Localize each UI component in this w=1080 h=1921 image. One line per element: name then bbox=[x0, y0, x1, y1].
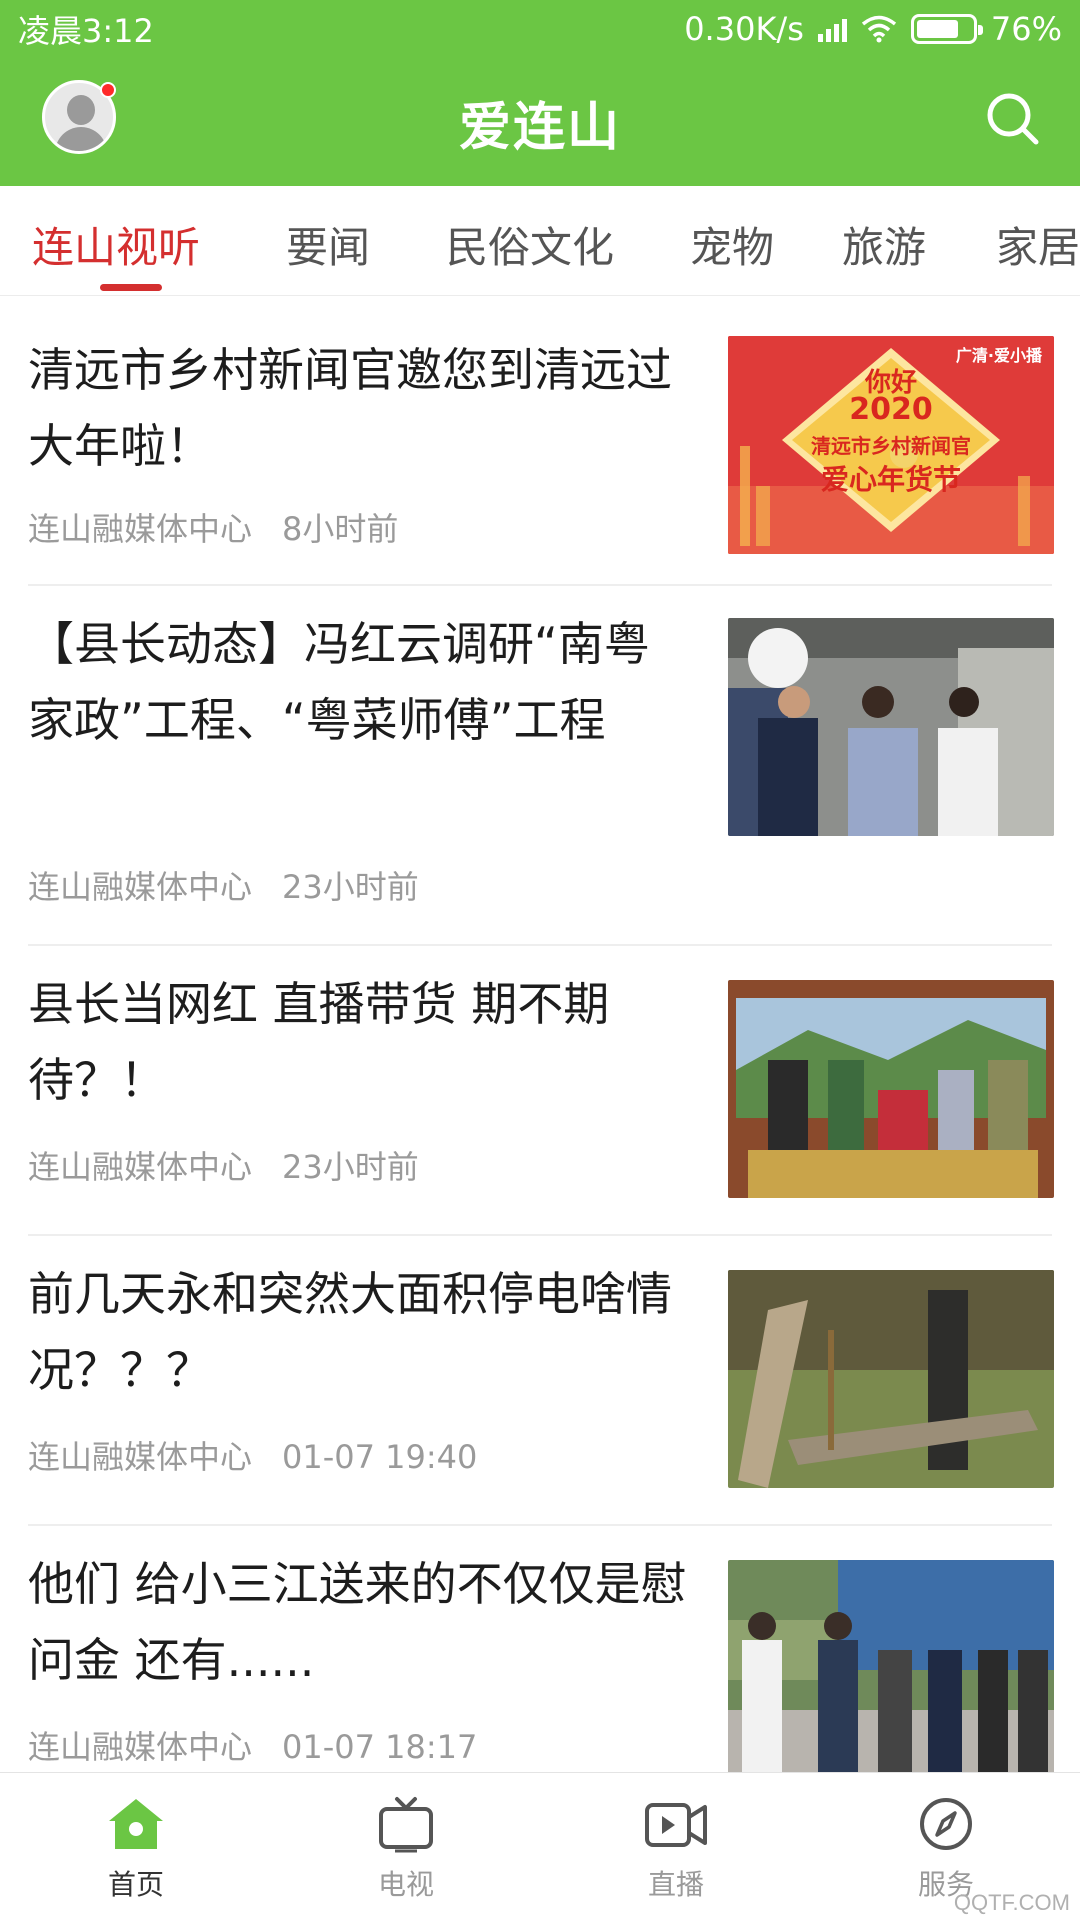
search-icon[interactable] bbox=[982, 88, 1042, 148]
tab-home-living[interactable]: 家居 bbox=[996, 214, 1080, 275]
news-source: 连山融媒体中心 bbox=[28, 868, 253, 906]
news-item[interactable]: 他们 给小三江送来的不仅仅是慰问金 还有...... 连山融媒体中心 01-07 … bbox=[0, 1526, 1080, 1772]
nav-home[interactable]: 首页 bbox=[36, 1773, 236, 1921]
nav-tv-label: 电视 bbox=[377, 1868, 434, 1901]
news-time: 01-07 19:40 bbox=[282, 1438, 478, 1476]
news-title: 前几天永和突然大面积停电啥情况？？？ bbox=[28, 1267, 672, 1397]
status-indicators: 0.30K/s 76% bbox=[684, 10, 1062, 48]
kitchen-visit-photo bbox=[728, 618, 1054, 836]
news-meta: 连山融媒体中心 23小时前 bbox=[28, 862, 419, 908]
tab-folk-culture[interactable]: 民俗文化 bbox=[446, 214, 614, 275]
fallen-pole-photo bbox=[728, 1270, 1054, 1488]
news-title: 县长当网红 直播带货 期不期待？！ bbox=[28, 977, 610, 1107]
poster-text-layer: 广清·爱小播 你好 2020 清远市乡村新闻官 爱心年货节 bbox=[728, 336, 1054, 554]
nav-live[interactable]: 直播 bbox=[576, 1773, 776, 1921]
news-source: 连山融媒体中心 bbox=[28, 1438, 253, 1476]
visit-group-photo bbox=[728, 1560, 1054, 1772]
bottom-navigation: 首页 电视 直播 服务 QQTF.COM bbox=[0, 1772, 1080, 1920]
nav-home-label: 首页 bbox=[107, 1868, 164, 1901]
battery-percent: 76% bbox=[990, 10, 1062, 48]
notification-dot bbox=[100, 82, 116, 98]
news-source: 连山融媒体中心 bbox=[28, 510, 253, 548]
live-video-icon bbox=[645, 1803, 707, 1847]
status-bar: 凌晨3:12 0.30K/s 76% bbox=[0, 0, 1080, 58]
news-item[interactable]: 清远市乡村新闻官邀您到清远过大年啦！ 连山融媒体中心 8小时前 广清·爱小播 你好… bbox=[0, 296, 1080, 584]
livestream-group-photo bbox=[728, 980, 1054, 1198]
news-thumbnail bbox=[728, 1270, 1054, 1488]
home-icon bbox=[109, 1799, 163, 1849]
avatar-head-shape bbox=[67, 95, 95, 125]
category-tabs: 连山视听 要闻 民俗文化 宠物 旅游 家居 bbox=[0, 186, 1080, 296]
news-thumbnail: 广清·爱小播 你好 2020 清远市乡村新闻官 爱心年货节 bbox=[728, 336, 1054, 554]
news-source: 连山融媒体中心 bbox=[28, 1728, 253, 1766]
news-feed[interactable]: 清远市乡村新闻官邀您到清远过大年啦！ 连山融媒体中心 8小时前 广清·爱小播 你好… bbox=[0, 296, 1080, 1772]
poster-subtitle: 清远市乡村新闻官 bbox=[811, 434, 971, 458]
news-time: 23小时前 bbox=[282, 868, 419, 906]
news-item[interactable]: 前几天永和突然大面积停电啥情况？？？ 连山融媒体中心 01-07 19:40 bbox=[0, 1236, 1080, 1524]
news-meta: 连山融媒体中心 01-07 18:17 bbox=[28, 1722, 477, 1768]
news-time: 01-07 18:17 bbox=[282, 1728, 478, 1766]
tab-travel[interactable]: 旅游 bbox=[842, 214, 926, 275]
news-thumbnail bbox=[728, 618, 1054, 836]
wifi-icon bbox=[861, 15, 896, 43]
news-thumbnail bbox=[728, 980, 1054, 1198]
app-header: 爱连山 bbox=[0, 58, 1080, 186]
news-thumbnail bbox=[728, 1560, 1054, 1772]
news-title: 【县长动态】冯红云调研“南粤家政”工程、“粤菜师傅”工程 bbox=[28, 617, 650, 747]
status-time: 凌晨3:12 bbox=[18, 12, 154, 50]
news-meta: 连山融媒体中心 8小时前 bbox=[28, 504, 398, 550]
news-item[interactable]: 县长当网红 直播带货 期不期待？！ 连山融媒体中心 23小时前 bbox=[0, 946, 1080, 1234]
battery-fill bbox=[916, 20, 958, 38]
news-title: 他们 给小三江送来的不仅仅是慰问金 还有...... bbox=[28, 1557, 687, 1687]
tab-pets[interactable]: 宠物 bbox=[690, 214, 774, 275]
news-title: 清远市乡村新闻官邀您到清远过大年啦！ bbox=[28, 343, 672, 473]
nav-tv[interactable]: 电视 bbox=[306, 1773, 506, 1921]
battery-icon bbox=[910, 14, 983, 44]
poster-event-name: 爱心年货节 bbox=[820, 463, 961, 496]
tv-icon bbox=[379, 1797, 433, 1853]
nav-live-label: 直播 bbox=[647, 1868, 704, 1901]
active-tab-indicator bbox=[100, 284, 162, 291]
news-time: 8小时前 bbox=[282, 510, 399, 548]
news-meta: 连山融媒体中心 01-07 19:40 bbox=[28, 1432, 477, 1478]
news-source: 连山融媒体中心 bbox=[28, 1148, 253, 1186]
watermark: QQTF.COM bbox=[953, 1890, 1070, 1915]
network-speed: 0.30K/s bbox=[684, 10, 804, 48]
signal-icon bbox=[817, 16, 847, 42]
tab-news[interactable]: 要闻 bbox=[286, 214, 370, 275]
news-time: 23小时前 bbox=[282, 1148, 419, 1186]
tab-lianshan-av[interactable]: 连山视听 bbox=[32, 214, 200, 275]
news-meta: 连山融媒体中心 23小时前 bbox=[28, 1142, 419, 1188]
news-item[interactable]: 【县长动态】冯红云调研“南粤家政”工程、“粤菜师傅”工程 连山融媒体中心 23小时… bbox=[0, 586, 1080, 944]
app-title: 爱连山 bbox=[458, 97, 621, 158]
avatar-body-shape bbox=[55, 127, 107, 151]
poster-year: 2020 bbox=[849, 392, 933, 427]
compass-icon bbox=[920, 1798, 972, 1850]
